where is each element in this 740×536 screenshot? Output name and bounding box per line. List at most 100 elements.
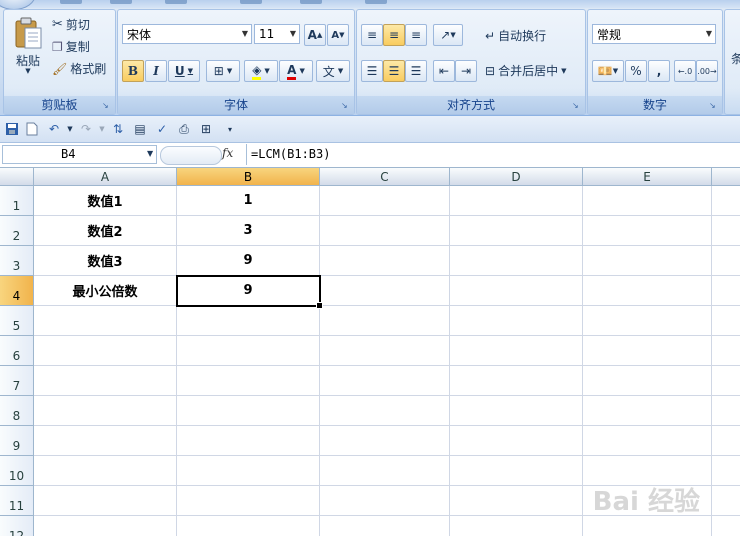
print-icon[interactable]: ⎙ (176, 121, 192, 137)
cell-f12[interactable] (712, 516, 740, 536)
insert-function-button[interactable]: fx (222, 146, 233, 160)
align-middle-button[interactable]: ≡ (383, 24, 405, 46)
column-header-a[interactable]: A (34, 168, 177, 186)
cell-f7[interactable] (712, 366, 740, 396)
phonetic-button[interactable]: 文 ▼ (316, 60, 350, 82)
underline-button[interactable]: U ▼ (168, 60, 200, 82)
cell-d8[interactable] (450, 396, 583, 426)
cell-e3[interactable] (583, 246, 712, 276)
cell-a9[interactable] (34, 426, 177, 456)
row-header-10[interactable]: 10 (0, 456, 34, 486)
chevron-down-icon[interactable]: ▼ (62, 121, 78, 137)
cell-e12[interactable] (583, 516, 712, 536)
dialog-launcher-icon[interactable]: ↘ (709, 101, 718, 110)
tab-fragment[interactable] (240, 0, 262, 4)
italic-button[interactable]: I (145, 60, 167, 82)
cell-d7[interactable] (450, 366, 583, 396)
align-bottom-button[interactable]: ≡ (405, 24, 427, 46)
cell-c11[interactable] (320, 486, 450, 516)
cell-a11[interactable] (34, 486, 177, 516)
cell-a7[interactable] (34, 366, 177, 396)
redo-icon[interactable]: ↷ (78, 121, 94, 137)
cell-d9[interactable] (450, 426, 583, 456)
dialog-launcher-icon[interactable]: ↘ (102, 101, 111, 110)
row-header-6[interactable]: 6 (0, 336, 34, 366)
fill-color-button[interactable]: ◈ ▼ (244, 60, 278, 82)
cell-c1[interactable] (320, 186, 450, 216)
grow-font-button[interactable]: A ▲ (304, 24, 326, 46)
cell-a1[interactable]: 数值1 (34, 186, 177, 216)
cell-f10[interactable] (712, 456, 740, 486)
cell-d1[interactable] (450, 186, 583, 216)
row-header-4[interactable]: 4 (0, 276, 34, 306)
cell-c9[interactable] (320, 426, 450, 456)
row-header-7[interactable]: 7 (0, 366, 34, 396)
chevron-down-icon[interactable]: ▼ (94, 121, 110, 137)
tab-fragment[interactable] (110, 0, 132, 4)
cell-e5[interactable] (583, 306, 712, 336)
cell-b1[interactable]: 1 (177, 186, 320, 216)
cell-a6[interactable] (34, 336, 177, 366)
chevron-down-icon[interactable]: ▼ (147, 149, 153, 158)
cell-a12[interactable] (34, 516, 177, 536)
accounting-format-button[interactable]: 💴 ▼ (592, 60, 624, 82)
column-header-c[interactable]: C (320, 168, 450, 186)
cell-c12[interactable] (320, 516, 450, 536)
column-header-e[interactable]: E (583, 168, 712, 186)
cell-b9[interactable] (177, 426, 320, 456)
orientation-button[interactable]: ↗ ▼ (433, 24, 463, 46)
cell-d3[interactable] (450, 246, 583, 276)
font-color-button[interactable]: A ▼ (279, 60, 313, 82)
cell-e4[interactable] (583, 276, 712, 306)
cell-b4[interactable]: 9 (177, 276, 320, 306)
paste-button[interactable]: 粘贴 ▼ (10, 16, 46, 75)
cell-b5[interactable] (177, 306, 320, 336)
column-header-d[interactable]: D (450, 168, 583, 186)
print-preview-icon[interactable]: ▤ (132, 121, 148, 137)
cell-c3[interactable] (320, 246, 450, 276)
dialog-launcher-icon[interactable]: ↘ (572, 101, 581, 110)
cell-c8[interactable] (320, 396, 450, 426)
cell-f9[interactable] (712, 426, 740, 456)
cell-b8[interactable] (177, 396, 320, 426)
cell-a10[interactable] (34, 456, 177, 486)
cell-f1[interactable] (712, 186, 740, 216)
tab-fragment[interactable] (60, 0, 82, 4)
cell-c5[interactable] (320, 306, 450, 336)
name-box[interactable]: B4 (2, 145, 157, 164)
customize-toolbar-icon[interactable]: ▾ (222, 121, 238, 137)
font-size-select[interactable]: 11 ▼ (254, 24, 300, 44)
copy-button[interactable]: ❐ 复制 (52, 38, 90, 55)
tab-fragment[interactable] (300, 0, 322, 4)
cell-a8[interactable] (34, 396, 177, 426)
cell-e2[interactable] (583, 216, 712, 246)
cell-a2[interactable]: 数值2 (34, 216, 177, 246)
cell-a4[interactable]: 最小公倍数 (34, 276, 177, 306)
cell-d10[interactable] (450, 456, 583, 486)
tab-fragment[interactable] (165, 0, 187, 4)
cell-d12[interactable] (450, 516, 583, 536)
sort-icon[interactable]: ⇅ (110, 121, 126, 137)
cell-e1[interactable] (583, 186, 712, 216)
cell-f5[interactable] (712, 306, 740, 336)
cell-f3[interactable] (712, 246, 740, 276)
row-header-9[interactable]: 9 (0, 426, 34, 456)
number-format-select[interactable]: 常规 ▼ (592, 24, 716, 44)
align-top-button[interactable]: ≡ (361, 24, 383, 46)
decrease-indent-button[interactable]: ⇤ (433, 60, 455, 82)
shrink-font-button[interactable]: A ▼ (327, 24, 349, 46)
fill-handle[interactable] (316, 302, 323, 309)
percent-style-button[interactable]: % (625, 60, 647, 82)
row-header-8[interactable]: 8 (0, 396, 34, 426)
row-header-12[interactable]: 12 (0, 516, 34, 536)
align-right-button[interactable]: ☰ (405, 60, 427, 82)
font-name-select[interactable]: 宋体 ▼ (122, 24, 252, 44)
cell-d11[interactable] (450, 486, 583, 516)
formula-input[interactable]: =LCM(B1:B3) (246, 144, 740, 165)
row-header-1[interactable]: 1 (0, 186, 34, 216)
cell-e9[interactable] (583, 426, 712, 456)
column-header-b[interactable]: B (177, 168, 320, 186)
align-center-button[interactable]: ☰ (383, 60, 405, 82)
row-header-5[interactable]: 5 (0, 306, 34, 336)
borders-button[interactable]: ⊞ ▼ (206, 60, 240, 82)
